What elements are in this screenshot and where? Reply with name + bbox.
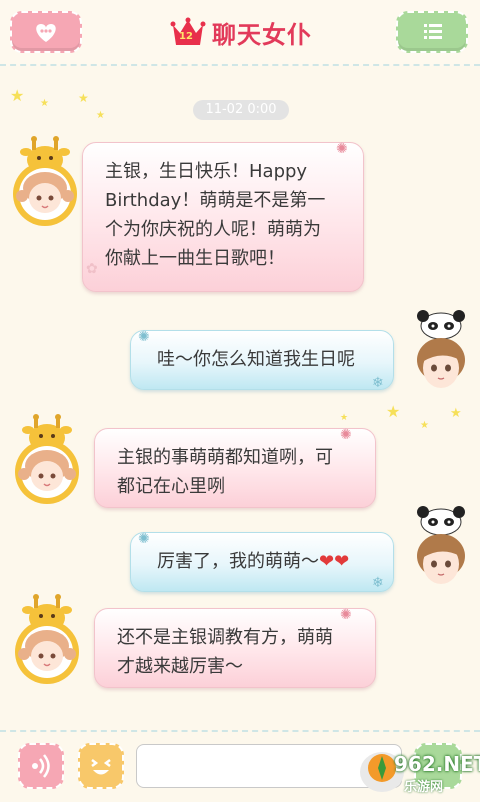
watermark-logo: 962.NET 乐游网 <box>342 742 480 798</box>
chat-heart-button[interactable] <box>10 11 82 53</box>
message-text: 厉害了，我的萌萌～ <box>157 551 319 572</box>
snowflake-icon: ❄ <box>372 575 384 591</box>
app-header: 12 聊天女仆 <box>0 0 480 66</box>
chat-area[interactable]: ★ ★ ★ ★ ★ ★ ★ ★ 11-02 0:00 主银，生日快乐！Happy… <box>0 66 480 730</box>
emoji-button[interactable] <box>78 743 124 789</box>
star-icon: ★ <box>420 420 429 431</box>
star-icon: ★ <box>10 86 25 105</box>
user-avatar[interactable] <box>408 506 480 602</box>
user-message-bubble[interactable]: 厉害了，我的萌萌～❤❤ <box>130 532 394 592</box>
emoji-icon <box>91 759 111 775</box>
watermark-subtext: 乐游网 <box>404 780 444 795</box>
message-line: 还不是主银调教有方，萌萌 <box>117 627 333 648</box>
menu-button[interactable] <box>396 11 468 53</box>
message-line: 都记在心里咧 <box>117 476 225 497</box>
star-icon: ★ <box>340 413 349 423</box>
message-timestamp: 11-02 0:00 <box>193 100 289 120</box>
maid-message-bubble[interactable]: 主银，生日快乐！Happy Birthday！萌萌是不是第一 个为你庆祝的人呢！… <box>82 142 364 292</box>
star-icon: ★ <box>96 110 105 121</box>
voice-icon <box>32 754 50 778</box>
user-message-bubble[interactable]: 哇～你怎么知道我生日呢 <box>130 330 394 390</box>
hearts-emoji: ❤❤ <box>319 551 350 572</box>
message-line: 才越来越厉害～ <box>117 656 243 677</box>
user-avatar[interactable] <box>408 310 480 406</box>
firework-icon: ✺ <box>336 141 348 157</box>
firework-icon: ✺ <box>340 427 352 443</box>
maid-message-bubble[interactable]: 还不是主银调教有方，萌萌 才越来越厉害～ <box>94 608 376 688</box>
message-line: 哇～你怎么知道我生日呢 <box>157 349 355 370</box>
star-icon: ★ <box>386 402 401 421</box>
maid-message-bubble[interactable]: 主银的事萌萌都知道咧，可 都记在心里咧 <box>94 428 376 508</box>
star-icon: ★ <box>450 406 462 421</box>
voice-button[interactable] <box>18 743 64 789</box>
message-line: 厉害了，我的萌萌～❤❤ <box>157 547 375 576</box>
heart-chat-icon <box>36 24 56 42</box>
watermark-text: 962.NET <box>394 752 480 776</box>
flower-icon: ✿ <box>86 261 98 277</box>
title-wrap: 12 聊天女仆 <box>170 14 312 50</box>
star-icon: ★ <box>40 98 49 109</box>
maid-avatar[interactable] <box>10 594 84 690</box>
crown-badge: 12 <box>179 31 193 42</box>
maid-avatar[interactable] <box>8 136 82 232</box>
menu-icon <box>424 24 442 39</box>
message-line: 你献上一曲生日歌吧！ <box>105 248 285 269</box>
message-line: 个为你庆祝的人呢！萌萌为 <box>105 219 321 240</box>
star-icon: ★ <box>78 91 89 105</box>
snowflake-icon: ❄ <box>372 375 384 391</box>
message-line: 主银的事萌萌都知道咧，可 <box>117 447 333 468</box>
firework-icon: ✺ <box>138 531 150 547</box>
firework-icon: ✺ <box>138 329 150 345</box>
maid-avatar[interactable] <box>10 414 84 510</box>
crown-icon: 12 <box>170 17 206 47</box>
app-title: 聊天女仆 <box>212 20 312 49</box>
firework-icon: ✺ <box>340 607 352 623</box>
message-line: 主银，生日快乐！Happy <box>105 161 308 182</box>
message-line: Birthday！萌萌是不是第一 <box>105 190 326 211</box>
